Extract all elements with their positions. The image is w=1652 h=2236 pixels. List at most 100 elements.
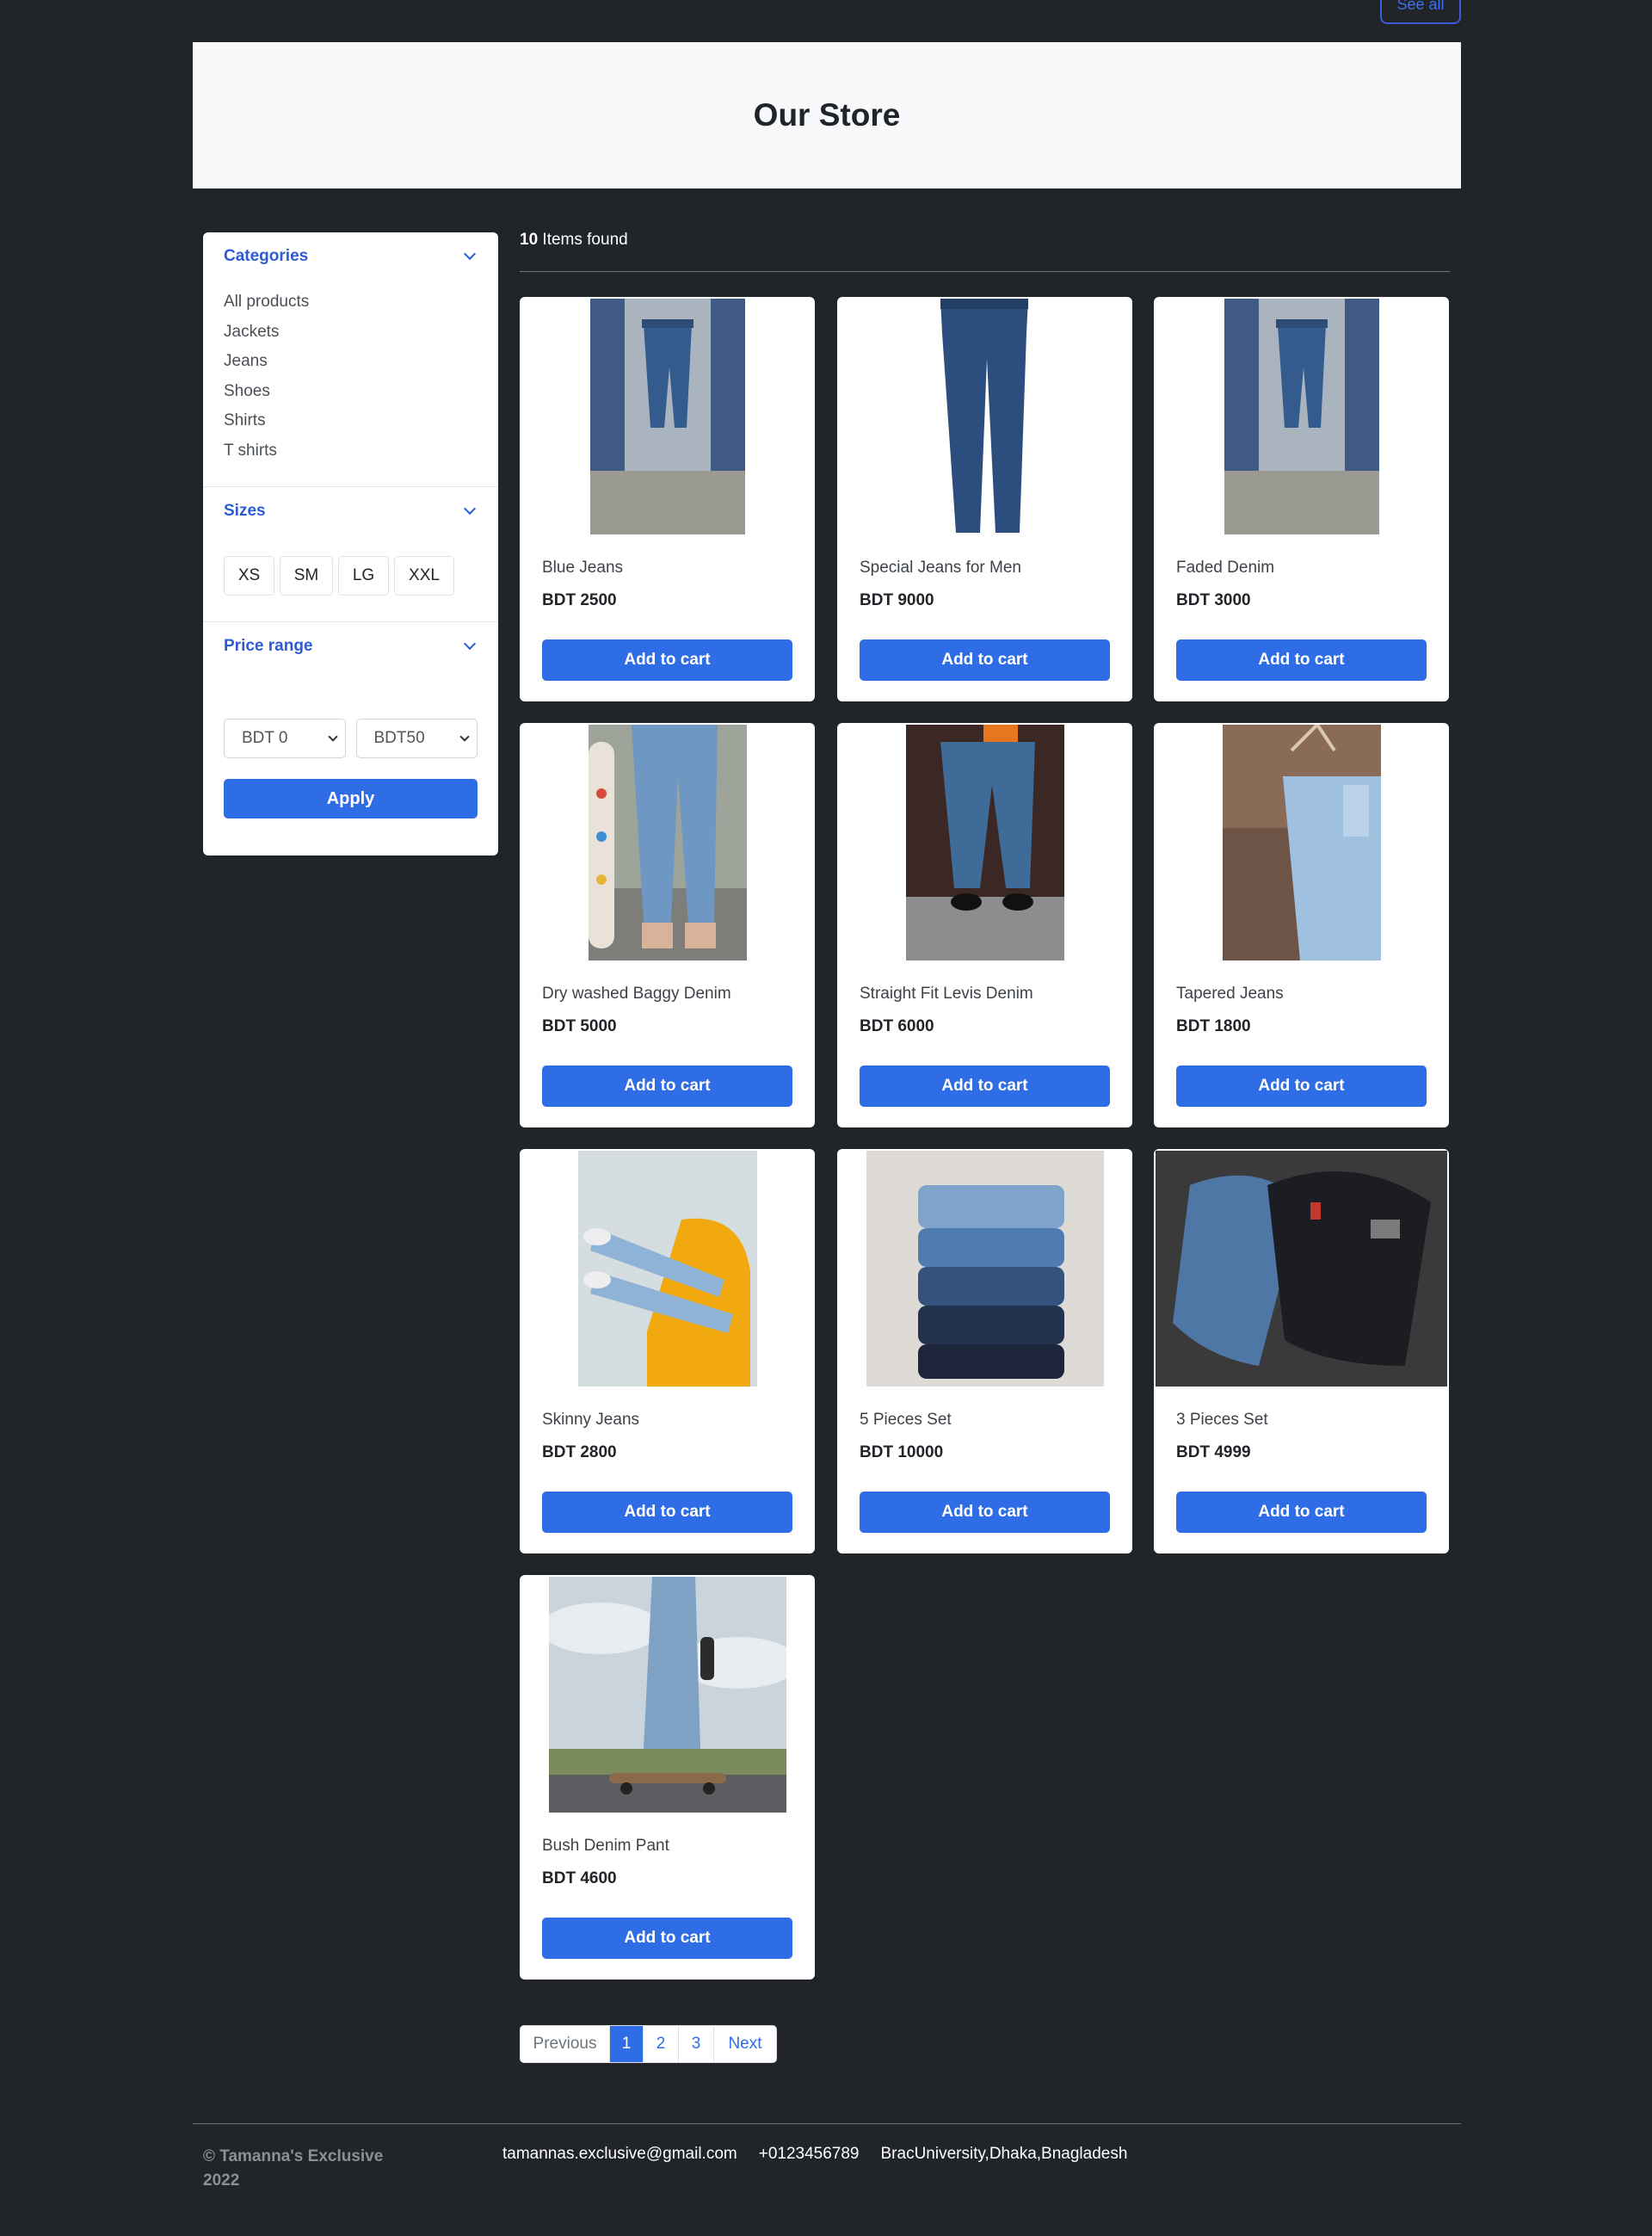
product-name: Special Jeans for Men (860, 559, 1021, 577)
product-price: BDT 4600 (542, 1869, 617, 1887)
footer-phone: +0123456789 (758, 2145, 860, 2163)
page-title: Our Store (753, 97, 901, 133)
add-to-cart-button[interactable]: Add to cart (542, 1918, 792, 1959)
add-to-cart-button[interactable]: Add to cart (1176, 1065, 1427, 1107)
category-item-shoes[interactable]: Shoes (224, 377, 478, 407)
sizes-section: Sizes XS SM LG XXL (203, 487, 498, 622)
product-price: BDT 2800 (542, 1443, 617, 1461)
max-price-value: BDT50 (373, 729, 425, 747)
category-list: All products Jackets Jeans Shoes Shirts … (203, 281, 498, 486)
product-card: Dry washed Baggy Denim BDT 5000 Add to c… (520, 723, 815, 1127)
footer-divider (193, 2123, 1461, 2124)
category-item-t-shirts[interactable]: T shirts (224, 436, 478, 466)
product-price: BDT 2500 (542, 591, 617, 609)
see-all-button[interactable]: See all (1380, 0, 1461, 24)
chevron-down-icon (463, 637, 477, 651)
size-button-lg[interactable]: LG (338, 556, 389, 596)
product-image (934, 299, 1037, 534)
store-banner: Our Store (193, 42, 1461, 188)
product-image (906, 725, 1064, 960)
product-name: Faded Denim (1176, 559, 1275, 577)
add-to-cart-button[interactable]: Add to cart (1176, 1492, 1427, 1533)
category-item-all-products[interactable]: All products (224, 287, 478, 318)
category-item-shirts[interactable]: Shirts (224, 406, 478, 436)
product-card: Skinny Jeans BDT 2800 Add to cart (520, 1149, 815, 1553)
product-image (866, 1151, 1104, 1387)
sizes-toggle[interactable]: Sizes (203, 487, 498, 535)
next-page-button[interactable]: Next (714, 2026, 776, 2062)
apply-button[interactable]: Apply (224, 779, 478, 818)
size-button-sm[interactable]: SM (280, 556, 333, 596)
previous-page-button[interactable]: Previous (521, 2026, 610, 2062)
add-to-cart-button[interactable]: Add to cart (542, 639, 792, 681)
price-range-toggle[interactable]: Price range (203, 622, 498, 670)
chevron-down-icon (463, 247, 477, 261)
footer-contact: tamannas.exclusive@gmail.com +0123456789… (502, 2145, 1127, 2164)
product-image (590, 299, 745, 534)
chevron-down-icon (327, 732, 338, 742)
product-price: BDT 6000 (860, 1017, 934, 1035)
product-name: Straight Fit Levis Denim (860, 985, 1033, 1003)
add-to-cart-button[interactable]: Add to cart (860, 1065, 1110, 1107)
categories-title: Categories (224, 247, 309, 265)
product-card: Blue Jeans BDT 2500 Add to cart (520, 297, 815, 701)
product-name: Dry washed Baggy Denim (542, 985, 731, 1003)
sizes-title: Sizes (224, 502, 266, 520)
categories-toggle[interactable]: Categories (203, 232, 498, 281)
page-button-2[interactable]: 2 (644, 2026, 679, 2062)
add-to-cart-button[interactable]: Add to cart (860, 639, 1110, 681)
price-range-title: Price range (224, 637, 313, 655)
add-to-cart-button[interactable]: Add to cart (542, 1065, 792, 1107)
product-card: Tapered Jeans BDT 1800 Add to cart (1154, 723, 1449, 1127)
product-card: Special Jeans for Men BDT 9000 Add to ca… (837, 297, 1132, 701)
product-image (589, 725, 747, 960)
page-button-3[interactable]: 3 (679, 2026, 714, 2062)
items-found-text: Items found (538, 231, 628, 249)
pagination: Previous 1 2 3 Next (520, 2025, 777, 2063)
product-card: Straight Fit Levis Denim BDT 6000 Add to… (837, 723, 1132, 1127)
product-card: Faded Denim BDT 3000 Add to cart (1154, 297, 1449, 701)
footer-email[interactable]: tamannas.exclusive@gmail.com (502, 2145, 737, 2164)
product-name: 3 Pieces Set (1176, 1411, 1268, 1429)
size-button-xxl[interactable]: XXL (394, 556, 454, 596)
product-name: Blue Jeans (542, 559, 624, 577)
product-name: Skinny Jeans (542, 1411, 640, 1429)
product-image (549, 1577, 786, 1813)
product-card: 5 Pieces Set BDT 10000 Add to cart (837, 1149, 1132, 1553)
product-price: BDT 1800 (1176, 1017, 1251, 1035)
divider (520, 271, 1450, 272)
category-item-jackets[interactable]: Jackets (224, 318, 478, 348)
categories-section: Categories All products Jackets Jeans Sh… (203, 232, 498, 487)
product-image (1223, 725, 1381, 960)
max-price-select[interactable]: BDT50 (355, 719, 478, 758)
chevron-down-icon (463, 502, 477, 516)
product-name: Bush Denim Pant (542, 1837, 669, 1855)
items-found-count: 10 (520, 231, 539, 249)
footer-address: BracUniversity,Dhaka,Bnagladesh (880, 2145, 1128, 2163)
add-to-cart-button[interactable]: Add to cart (860, 1492, 1110, 1533)
size-button-xs[interactable]: XS (224, 556, 274, 596)
page-button-1[interactable]: 1 (610, 2026, 644, 2062)
add-to-cart-button[interactable]: Add to cart (542, 1492, 792, 1533)
items-found-label: 10 Items found (520, 231, 628, 250)
product-price: BDT 10000 (860, 1443, 944, 1461)
min-price-value: BDT 0 (242, 729, 288, 747)
filter-sidebar: Categories All products Jackets Jeans Sh… (203, 232, 498, 855)
size-options: XS SM LG XXL (203, 535, 498, 621)
product-image (1156, 1151, 1447, 1387)
price-range-section: Price range BDT 0 BDT50 Apply (203, 622, 498, 839)
product-name: 5 Pieces Set (860, 1411, 952, 1429)
product-card: 3 Pieces Set BDT 4999 Add to cart (1154, 1149, 1449, 1553)
product-card: Bush Denim Pant BDT 4600 Add to cart (520, 1575, 815, 1980)
category-item-jeans[interactable]: Jeans (224, 347, 478, 377)
product-price: BDT 4999 (1176, 1443, 1251, 1461)
product-price: BDT 3000 (1176, 591, 1251, 609)
product-price: BDT 5000 (542, 1017, 617, 1035)
product-name: Tapered Jeans (1176, 985, 1284, 1003)
chevron-down-icon (459, 732, 470, 742)
footer-copyright: © Tamanna's Exclusive 2022 (203, 2147, 384, 2190)
product-image (1224, 299, 1379, 534)
min-price-select[interactable]: BDT 0 (224, 719, 346, 758)
product-price: BDT 9000 (860, 591, 934, 609)
add-to-cart-button[interactable]: Add to cart (1176, 639, 1427, 681)
